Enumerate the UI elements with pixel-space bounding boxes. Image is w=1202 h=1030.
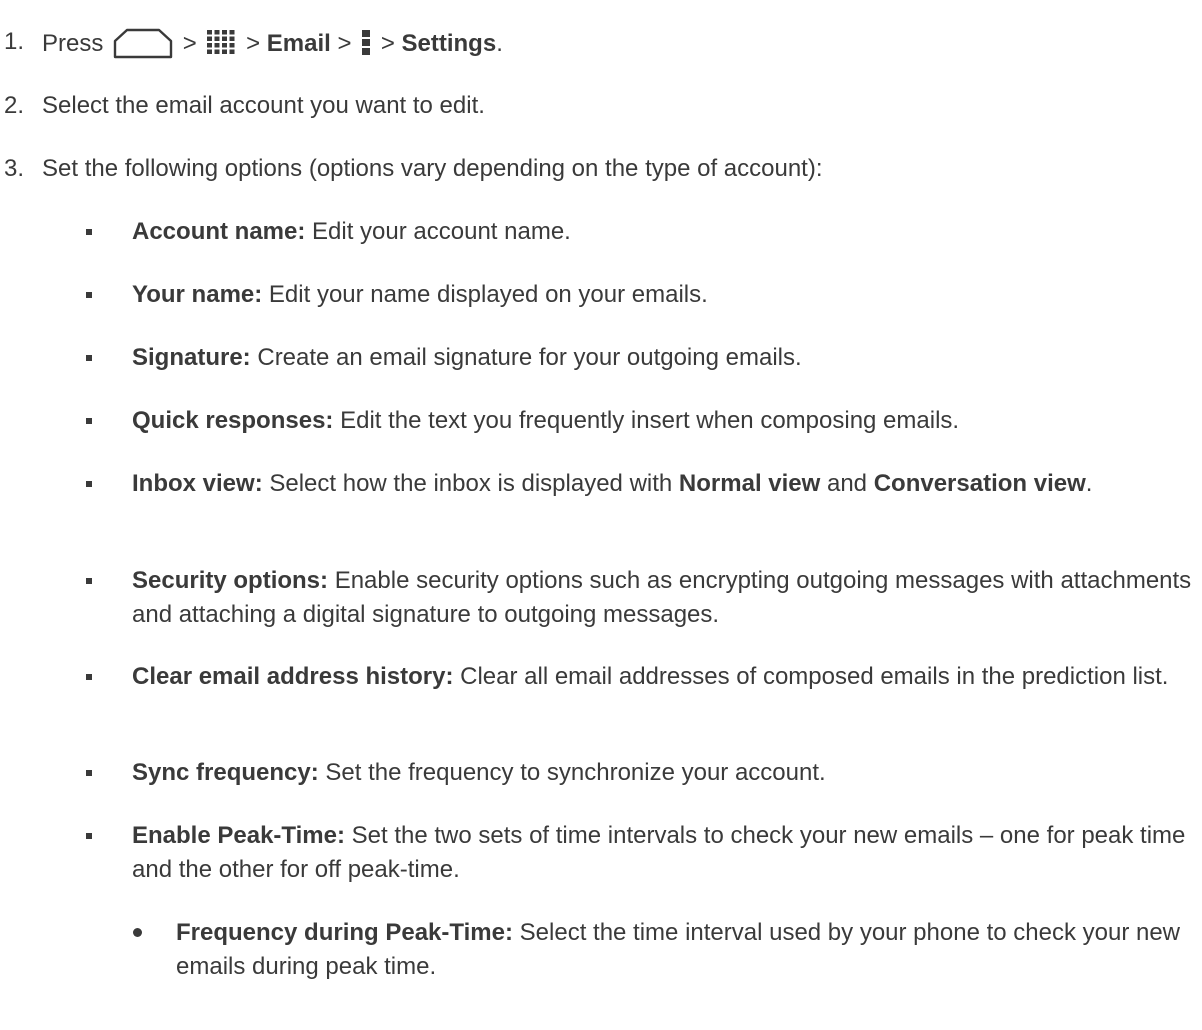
option-term: Signature:	[132, 344, 251, 371]
email-app-label: Email	[266, 30, 331, 57]
conversation-view-label: Conversation view	[873, 470, 1086, 497]
option-desc: Edit the text you frequently insert when…	[333, 407, 960, 434]
bullet-icon	[86, 770, 92, 776]
option-term: Frequency during Peak-Time:	[176, 919, 513, 946]
home-key-icon	[112, 27, 174, 59]
bullet-icon	[86, 481, 92, 487]
normal-view-label: Normal view	[678, 470, 821, 497]
step-text: Set the following options (options vary …	[42, 155, 823, 182]
period: .	[496, 30, 503, 57]
bullet-icon	[86, 674, 92, 680]
settings-label: Settings	[401, 30, 497, 57]
step-text: Press > > Email > > Settings.	[42, 27, 503, 59]
option-desc: Edit your account name.	[305, 218, 571, 245]
option-desc: Clear all email addresses of composed em…	[453, 663, 1169, 690]
separator: >	[380, 30, 395, 57]
option-desc: Create an email signature for your outgo…	[250, 344, 802, 371]
option-term: Sync frequency:	[132, 759, 319, 786]
separator: >	[337, 30, 352, 57]
option-term: Enable Peak-Time:	[132, 822, 345, 849]
document-page: 1. Press > > Email > > Settings. 2. Sele…	[0, 0, 1202, 1030]
separator: >	[246, 30, 261, 57]
bullet-icon	[86, 833, 92, 839]
bullet-icon	[86, 229, 92, 235]
step-number: 1.	[4, 28, 25, 55]
bullet-icon	[86, 578, 92, 584]
period: .	[1085, 470, 1093, 497]
option-term: Quick responses:	[132, 407, 334, 434]
apps-grid-icon	[205, 28, 237, 56]
menu-icon	[361, 28, 371, 56]
option-term: Your name:	[132, 281, 263, 308]
bullet-icon	[86, 355, 92, 361]
option-desc: Edit your name displayed on your emails.	[262, 281, 708, 308]
bullet-dot-icon	[133, 928, 142, 937]
press-word: Press	[42, 30, 104, 57]
option-term: Inbox view:	[132, 470, 263, 497]
option-term: Clear email address history:	[132, 663, 454, 690]
step-number: 2.	[4, 92, 25, 119]
option-desc: Set the frequency to synchronize your ac…	[318, 759, 826, 786]
bullet-icon	[86, 418, 92, 424]
option-desc: and	[820, 470, 874, 497]
bullet-icon	[86, 292, 92, 298]
option-term: Account name:	[132, 218, 306, 245]
step-number: 3.	[4, 155, 25, 182]
option-term: Security options:	[132, 567, 329, 594]
option-desc: Select how the inbox is displayed with	[262, 470, 679, 497]
step-text: Select the email account you want to edi…	[42, 92, 485, 119]
separator: >	[182, 30, 197, 57]
